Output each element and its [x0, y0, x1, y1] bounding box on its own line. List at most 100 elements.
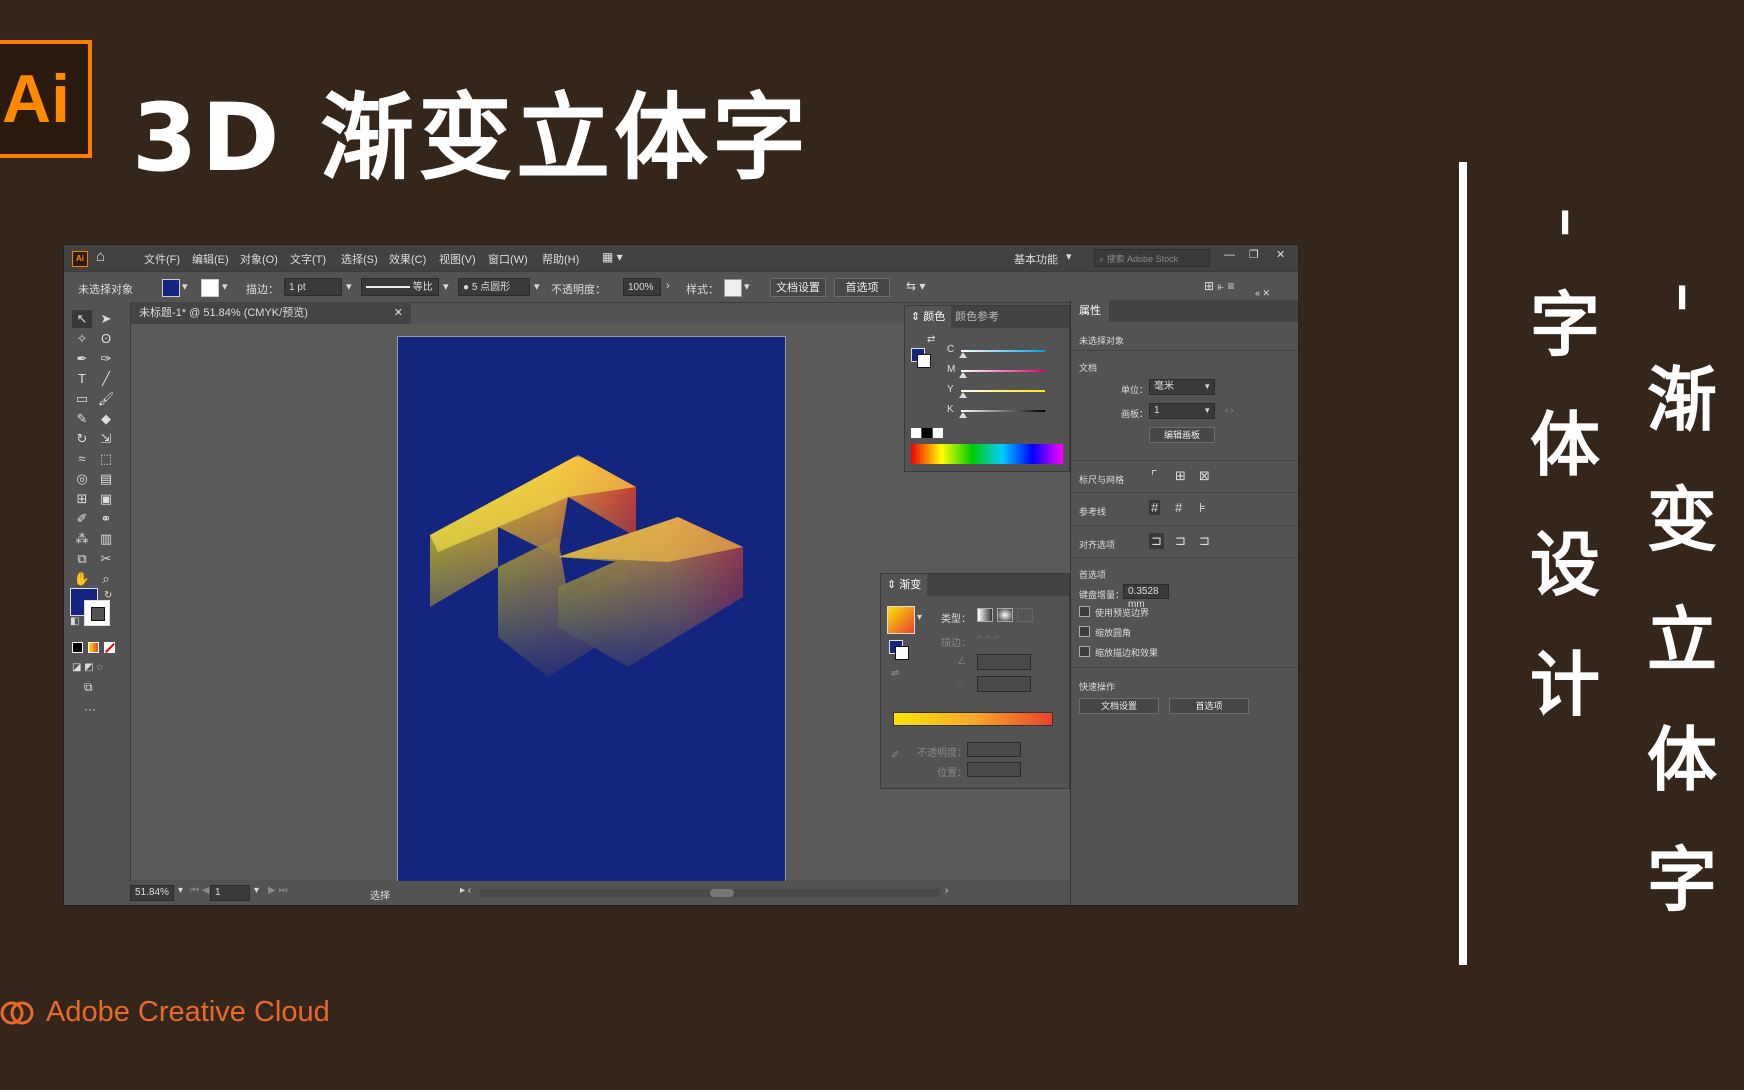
- blend-tool-icon[interactable]: ⚭: [96, 510, 116, 528]
- scale-strokes-checkbox[interactable]: [1079, 646, 1090, 657]
- scale-corners-checkbox[interactable]: [1079, 626, 1090, 637]
- swap-icon[interactable]: ⇄: [927, 334, 935, 345]
- menu-type[interactable]: 文字(T): [290, 251, 326, 267]
- rectangle-tool-icon[interactable]: ▭: [72, 390, 92, 408]
- graphic-style-swatch[interactable]: [724, 279, 742, 297]
- arrange-documents-icon[interactable]: ▦ ▾: [602, 250, 623, 264]
- menu-edit[interactable]: 编辑(E): [192, 251, 229, 267]
- opacity-arrow-icon[interactable]: ›: [666, 280, 670, 292]
- guides-icon[interactable]: #: [1149, 500, 1161, 515]
- radial-gradient-icon[interactable]: [997, 608, 1013, 622]
- freeform-gradient-icon[interactable]: [1017, 608, 1033, 622]
- slice-tool-icon[interactable]: ✂: [96, 550, 116, 568]
- pixel-grid-icon[interactable]: ⊧: [1199, 500, 1206, 516]
- gradient-mode-icon[interactable]: [88, 642, 99, 653]
- use-preview-bounds-checkbox[interactable]: [1079, 606, 1090, 617]
- shape-builder-icon[interactable]: ◎: [72, 470, 92, 488]
- stroke-swatch[interactable]: [201, 279, 219, 297]
- artboard-nav-prev-icon[interactable]: ⏮ ◀: [190, 885, 209, 896]
- stop-opacity-input[interactable]: [967, 742, 1021, 757]
- menu-window[interactable]: 窗口(W): [488, 251, 528, 267]
- stroke-weight-chevron-icon[interactable]: ▾: [346, 280, 352, 293]
- brush-definition[interactable]: ● 5 点圆形: [458, 278, 530, 296]
- mesh-tool-icon[interactable]: ⊞: [72, 490, 92, 508]
- angle-icon[interactable]: ∠: [957, 656, 966, 667]
- paintbrush-icon[interactable]: 🖌: [96, 390, 116, 408]
- eyedropper-icon[interactable]: ✐: [72, 510, 92, 528]
- zoom-chevron-icon[interactable]: ▾: [178, 885, 183, 896]
- gradient-dropdown-icon[interactable]: ▾: [917, 612, 922, 623]
- menu-file[interactable]: 文件(F): [144, 251, 180, 267]
- channel-y-knob[interactable]: [959, 392, 967, 398]
- gradient-preview-swatch[interactable]: [887, 606, 915, 634]
- channel-c-knob[interactable]: [959, 352, 967, 358]
- white-swatch[interactable]: [933, 428, 943, 438]
- color-mode-icon[interactable]: [72, 642, 83, 653]
- lasso-icon[interactable]: ʘ: [96, 330, 116, 348]
- opacity-input[interactable]: 100%: [623, 278, 661, 296]
- stroke-weight-input[interactable]: 1 pt: [284, 278, 342, 296]
- reverse-gradient-icon[interactable]: ⇌: [891, 668, 899, 679]
- menu-select[interactable]: 选择(S): [341, 251, 378, 267]
- menu-help[interactable]: 帮助(H): [542, 251, 579, 267]
- status-arrow-icon[interactable]: ▸ ‹: [460, 885, 471, 896]
- none-mode-icon[interactable]: [104, 642, 115, 653]
- line-tool-icon[interactable]: ╱: [96, 370, 116, 388]
- stop-location-input[interactable]: [967, 762, 1021, 777]
- artboard-select-chevron-icon[interactable]: ▾: [1205, 405, 1210, 416]
- free-transform-icon[interactable]: ⬚: [96, 450, 116, 468]
- eraser-tool-icon[interactable]: ◆: [96, 410, 116, 428]
- document-setup-button[interactable]: 文档设置: [770, 278, 826, 297]
- screen-mode-icon[interactable]: ⧉: [84, 680, 93, 695]
- linear-gradient-icon[interactable]: [977, 608, 993, 622]
- channel-m-slider[interactable]: [961, 370, 1045, 372]
- channel-y-slider[interactable]: [961, 390, 1045, 392]
- channel-k-knob[interactable]: [959, 412, 967, 418]
- rotate-tool-icon[interactable]: ↻: [72, 430, 92, 448]
- restore-icon[interactable]: ❐: [1249, 248, 1259, 261]
- snap-to-point-icon[interactable]: ⊐: [1149, 533, 1164, 549]
- direct-selection-tool-icon[interactable]: ➤: [96, 310, 116, 328]
- column-graph-icon[interactable]: ▥: [96, 530, 116, 548]
- fill-chevron-icon[interactable]: ▾: [182, 280, 188, 293]
- pen-tool-icon[interactable]: ✒: [72, 350, 92, 368]
- artboard-chevron-icon[interactable]: ▾: [254, 885, 259, 896]
- gradient-slider-bar[interactable]: [893, 712, 1053, 726]
- scale-tool-icon[interactable]: ⇲: [96, 430, 116, 448]
- more-tools-icon[interactable]: ···: [84, 702, 96, 716]
- color-spectrum[interactable]: [911, 444, 1063, 464]
- workspace-switcher[interactable]: 基本功能: [1014, 251, 1058, 267]
- channel-c-slider[interactable]: [961, 350, 1045, 352]
- smart-guides-icon[interactable]: #: [1175, 500, 1182, 515]
- menu-object[interactable]: 对象(O): [240, 251, 278, 267]
- collapse-panel-icon[interactable]: « ✕: [1255, 288, 1270, 299]
- tab-close-icon[interactable]: ✕: [394, 302, 403, 324]
- artboard-nav-icon[interactable]: ‹ ›: [1225, 405, 1234, 415]
- align-icon[interactable]: ⊞ ⫦ ≡: [1204, 279, 1235, 294]
- artboard-nav-next-icon[interactable]: ▶ ⏭: [268, 885, 287, 896]
- draw-mode-icon[interactable]: ◪ ◩ ◌: [72, 662, 102, 673]
- menu-view[interactable]: 视图(V): [439, 251, 476, 267]
- stroke-color-box[interactable]: [84, 600, 110, 626]
- channel-k-slider[interactable]: [961, 410, 1045, 412]
- stroke-gradient-options-icon[interactable]: ⌐ ⌐ ⌐: [977, 632, 1000, 643]
- grid-icon[interactable]: ⊞: [1175, 468, 1186, 484]
- default-colors-icon[interactable]: ◧: [70, 616, 79, 627]
- workspace-chevron-icon[interactable]: ▾: [1066, 250, 1072, 263]
- stock-search-input[interactable]: ⌕ 搜索 Adobe Stock: [1094, 249, 1210, 267]
- tab-color[interactable]: ⇕ 颜色: [905, 306, 952, 328]
- angle-input[interactable]: [977, 654, 1031, 670]
- tab-gradient[interactable]: ⇕ 渐变: [881, 574, 928, 596]
- scroll-right-icon[interactable]: ›: [945, 885, 948, 896]
- quick-preferences-button[interactable]: 首选项: [1169, 698, 1249, 714]
- aspect-ratio-icon[interactable]: ◌: [957, 678, 963, 689]
- snap-to-glyph-icon[interactable]: ⊐: [1199, 533, 1210, 549]
- transparency-grid-icon[interactable]: ⊠: [1199, 468, 1210, 484]
- style-chevron-icon[interactable]: ▾: [744, 280, 750, 293]
- shaper-tool-icon[interactable]: ✎: [72, 410, 92, 428]
- edit-artboards-button[interactable]: 编辑画板: [1149, 427, 1215, 443]
- rulers-icon[interactable]: ⌜: [1151, 468, 1157, 484]
- color-stroke-swatch[interactable]: [917, 354, 931, 368]
- channel-m-knob[interactable]: [959, 372, 967, 378]
- swap-fill-stroke-icon[interactable]: ↻: [104, 590, 112, 601]
